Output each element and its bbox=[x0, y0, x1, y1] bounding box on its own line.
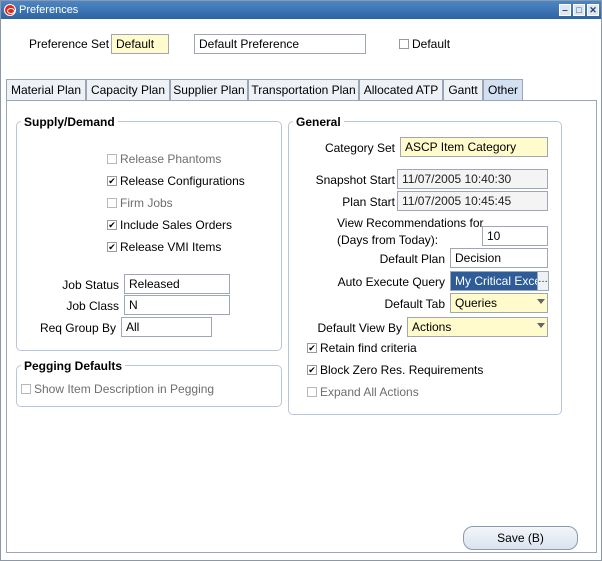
window-title: Preferences bbox=[19, 4, 79, 16]
preferences-window: Preferences ‒ □ ✕ Preference Set Default… bbox=[0, 0, 602, 561]
general-title: General bbox=[293, 115, 344, 129]
preference-description-field[interactable]: Default Preference bbox=[194, 34, 366, 54]
default-tab-value: Queries bbox=[455, 296, 498, 310]
days-from-today-label: (Days from Today): bbox=[337, 233, 439, 247]
firm-jobs-checkbox[interactable] bbox=[107, 198, 117, 208]
default-checkbox-label: Default bbox=[412, 37, 451, 51]
tab-supplier-plan[interactable]: Supplier Plan bbox=[170, 79, 248, 101]
category-set-label: Category Set bbox=[324, 141, 395, 155]
include-sales-orders-checkbox[interactable] bbox=[107, 220, 117, 230]
supply-demand-title: Supply/Demand bbox=[21, 115, 118, 129]
default-view-by-label: Default View By bbox=[317, 321, 403, 335]
tab-capacity-plan[interactable]: Capacity Plan bbox=[86, 79, 170, 101]
expand-all-actions-checkbox[interactable] bbox=[307, 387, 317, 397]
default-plan-field[interactable]: Decision bbox=[450, 248, 548, 268]
job-status-field[interactable]: Released bbox=[124, 274, 230, 294]
firm-jobs-label: Firm Jobs bbox=[120, 196, 173, 210]
tab-allocated-atp[interactable]: Allocated ATP bbox=[359, 79, 443, 101]
snapshot-start-field: 11/07/2005 10:40:30 bbox=[397, 169, 548, 189]
default-view-by-value: Actions bbox=[412, 320, 452, 334]
release-configurations-label: Release Configurations bbox=[120, 174, 245, 188]
title-bar[interactable]: Preferences ‒ □ ✕ bbox=[1, 1, 601, 19]
req-group-by-label: Req Group By bbox=[39, 321, 116, 335]
show-item-description-label: Show Item Description in Pegging bbox=[34, 382, 215, 396]
default-tab-select[interactable]: Queries bbox=[450, 293, 548, 313]
block-zero-res-label: Block Zero Res. Requirements bbox=[320, 363, 484, 377]
chevron-down-icon bbox=[537, 299, 545, 304]
plan-start-field: 11/07/2005 10:45:45 bbox=[397, 191, 548, 211]
plan-start-label: Plan Start bbox=[342, 195, 395, 209]
show-item-description-checkbox[interactable] bbox=[21, 384, 31, 394]
release-phantoms-label: Release Phantoms bbox=[120, 152, 222, 166]
include-sales-orders-label: Include Sales Orders bbox=[120, 218, 233, 232]
release-vmi-items-label: Release VMI Items bbox=[120, 240, 222, 254]
list-of-values-button[interactable]: … bbox=[537, 271, 549, 291]
release-vmi-items-checkbox[interactable] bbox=[107, 242, 117, 252]
auto-execute-query-field[interactable]: My Critical Exce bbox=[450, 271, 538, 291]
release-phantoms-checkbox[interactable] bbox=[107, 154, 117, 164]
pegging-defaults-title: Pegging Defaults bbox=[21, 359, 126, 373]
view-recommendations-days-field[interactable]: 10 bbox=[482, 226, 548, 246]
retain-find-criteria-label: Retain find criteria bbox=[320, 341, 417, 355]
minimize-icon[interactable]: ‒ bbox=[559, 4, 571, 16]
oracle-logo-icon bbox=[4, 4, 16, 16]
expand-all-actions-label: Expand All Actions bbox=[320, 385, 419, 399]
maximize-icon[interactable]: □ bbox=[573, 4, 585, 16]
close-icon[interactable]: ✕ bbox=[587, 4, 599, 16]
default-plan-label: Default Plan bbox=[379, 252, 445, 266]
view-recommendations-label: View Recommendations for bbox=[337, 216, 484, 230]
tab-gantt[interactable]: Gantt bbox=[443, 79, 483, 101]
block-zero-res-checkbox[interactable] bbox=[307, 365, 317, 375]
auto-execute-query-label: Auto Execute Query bbox=[337, 275, 445, 289]
release-configurations-checkbox[interactable] bbox=[107, 176, 117, 186]
job-class-field[interactable]: N bbox=[124, 295, 230, 315]
other-tab-panel: Supply/Demand Release Phantoms Release C… bbox=[6, 100, 597, 553]
retain-find-criteria-checkbox[interactable] bbox=[307, 343, 317, 353]
window-controls: ‒ □ ✕ bbox=[559, 4, 599, 16]
job-status-label: Job Status bbox=[62, 278, 119, 292]
tab-other[interactable]: Other bbox=[483, 79, 523, 102]
save-button[interactable]: Save (B) bbox=[463, 526, 578, 550]
req-group-by-field[interactable]: All bbox=[121, 317, 212, 337]
tab-material-plan[interactable]: Material Plan bbox=[6, 79, 86, 101]
category-set-field[interactable]: ASCP Item Category bbox=[400, 137, 548, 157]
tab-transportation-plan[interactable]: Transportation Plan bbox=[248, 79, 359, 101]
preference-set-label: Preference Set bbox=[29, 37, 110, 51]
snapshot-start-label: Snapshot Start bbox=[315, 173, 395, 187]
chevron-down-icon bbox=[537, 323, 545, 328]
job-class-label: Job Class bbox=[66, 299, 119, 313]
preference-set-field[interactable]: Default bbox=[111, 34, 169, 54]
default-tab-label: Default Tab bbox=[384, 297, 446, 311]
default-checkbox[interactable] bbox=[399, 39, 409, 49]
default-view-by-select[interactable]: Actions bbox=[407, 317, 548, 337]
